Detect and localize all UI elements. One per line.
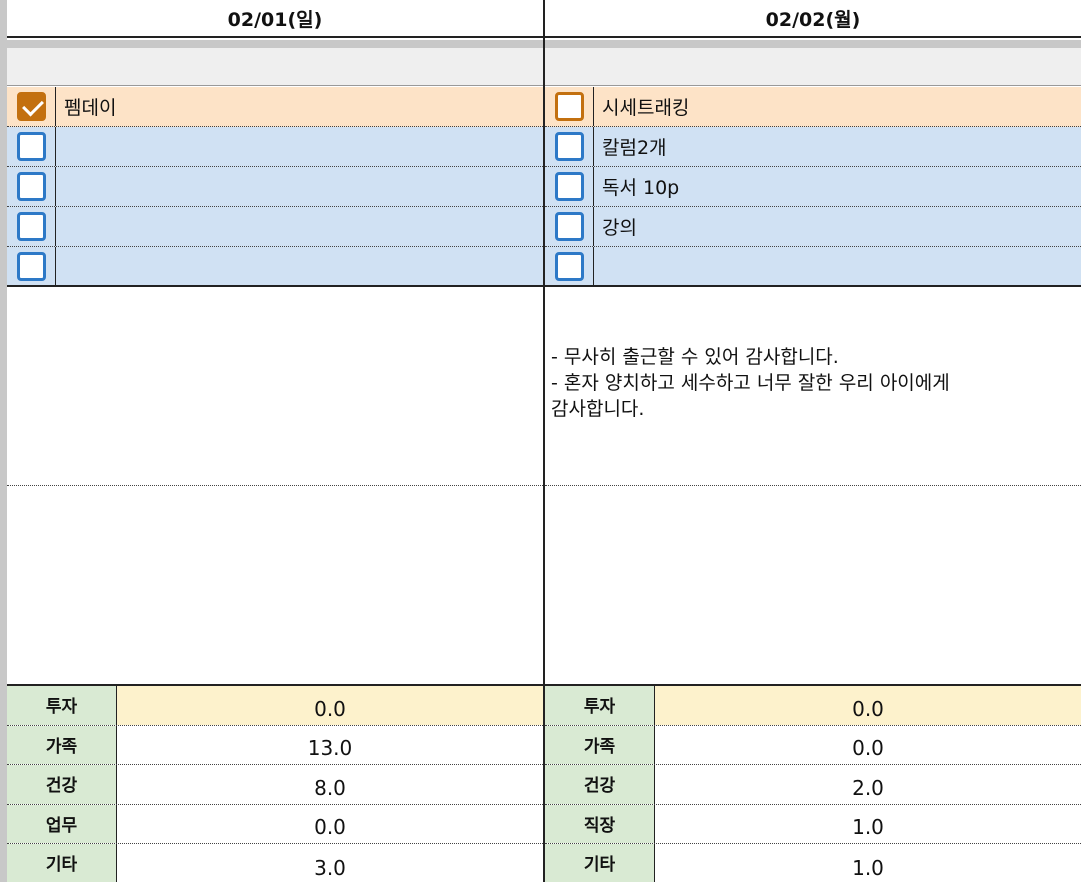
checkbox-cell: [7, 127, 56, 166]
checkbox-cell: [545, 127, 594, 166]
stat-label: 투자: [545, 686, 655, 725]
day-header: 02/02(월): [545, 0, 1081, 38]
stat-value[interactable]: 0.0: [655, 686, 1081, 725]
stat-row[interactable]: 건강 8.0: [7, 765, 543, 805]
task-label[interactable]: 펨데이: [56, 87, 116, 126]
stat-label: 가족: [7, 725, 117, 764]
checkbox-icon[interactable]: [554, 172, 584, 201]
stat-value[interactable]: 13.0: [117, 726, 543, 765]
stat-label: 업무: [7, 804, 117, 843]
checkbox-cell: [545, 207, 594, 246]
empty-row[interactable]: [545, 48, 1081, 86]
day-header: 02/01(일): [7, 0, 543, 38]
planner-sheet: 02/01(일) 펨데이 투자 0.0 가족 13.0 건강 8.0 업무 0.…: [7, 0, 1081, 882]
task-row[interactable]: [7, 127, 543, 167]
stat-value[interactable]: 1.0: [655, 844, 1081, 882]
separator-band: [7, 40, 543, 48]
task-row[interactable]: [7, 247, 543, 287]
checkbox-icon[interactable]: [554, 251, 584, 281]
checkbox-icon[interactable]: [554, 92, 584, 121]
stat-label: 가족: [545, 725, 655, 764]
checkbox-icon[interactable]: [16, 132, 46, 161]
task-row[interactable]: 칼럼2개: [545, 127, 1081, 167]
stat-label: 투자: [7, 686, 117, 725]
checkbox-icon[interactable]: [554, 212, 584, 241]
notes-top-cell: [7, 288, 543, 486]
gratitude-note: - 무사히 출근할 수 있어 감사합니다. - 혼자 양치하고 세수하고 너무 …: [551, 346, 950, 420]
stat-row[interactable]: 업무 0.0: [7, 804, 543, 844]
task-label[interactable]: 강의: [594, 207, 637, 246]
sheet-left-edge: [0, 0, 7, 882]
stat-value[interactable]: 8.0: [117, 765, 543, 804]
stat-value[interactable]: 0.0: [117, 686, 543, 725]
task-row[interactable]: [7, 207, 543, 247]
checkbox-cell: [7, 247, 56, 285]
empty-row[interactable]: [7, 48, 543, 86]
stats-table: 투자 0.0 가족 13.0 건강 8.0 업무 0.0 기타 3.0: [7, 684, 543, 882]
checkbox-cell: [7, 87, 56, 126]
notes-area[interactable]: - 무사히 출근할 수 있어 감사합니다. - 혼자 양치하고 세수하고 너무 …: [545, 288, 1081, 684]
stat-label: 직장: [545, 804, 655, 843]
task-row[interactable]: 펨데이: [7, 87, 543, 127]
task-label[interactable]: [56, 207, 64, 246]
task-label[interactable]: [56, 127, 64, 166]
stat-row[interactable]: 건강 2.0: [545, 765, 1081, 805]
stat-label: 기타: [545, 844, 655, 882]
stat-row[interactable]: 기타 3.0: [7, 844, 543, 882]
stat-value[interactable]: 0.0: [117, 805, 543, 844]
checkbox-checked-icon[interactable]: [16, 92, 46, 121]
task-label[interactable]: [56, 167, 64, 206]
checkbox-icon[interactable]: [554, 132, 584, 161]
stat-row[interactable]: 기타 1.0: [545, 844, 1081, 882]
task-row[interactable]: [545, 247, 1081, 287]
stat-value[interactable]: 0.0: [655, 726, 1081, 765]
checkbox-icon[interactable]: [16, 212, 46, 241]
task-label[interactable]: [594, 247, 602, 285]
checkbox-cell: [7, 167, 56, 206]
task-row[interactable]: [7, 167, 543, 207]
task-row[interactable]: 시세트래킹: [545, 87, 1081, 127]
separator-band: [545, 40, 1081, 48]
stat-value[interactable]: 2.0: [655, 765, 1081, 804]
task-label[interactable]: 독서 10p: [594, 167, 679, 206]
stat-row[interactable]: 가족 0.0: [545, 725, 1081, 765]
stat-label: 건강: [545, 765, 655, 804]
checkbox-icon[interactable]: [16, 251, 46, 281]
stats-table: 투자 0.0 가족 0.0 건강 2.0 직장 1.0 기타 1.0: [545, 684, 1081, 882]
task-row[interactable]: 독서 10p: [545, 167, 1081, 207]
stat-value[interactable]: 3.0: [117, 844, 543, 882]
stat-row[interactable]: 직장 1.0: [545, 804, 1081, 844]
notes-area[interactable]: [7, 288, 543, 684]
task-list: 시세트래킹 칼럼2개 독서 10p 강의: [545, 87, 1081, 287]
stat-row[interactable]: 투자 0.0: [7, 686, 543, 726]
day-column-1: 02/02(월) 시세트래킹 칼럼2개 독서 10p 강의 - 무사히 출근할 …: [545, 0, 1081, 882]
task-label[interactable]: 칼럼2개: [594, 127, 667, 166]
stat-value[interactable]: 1.0: [655, 805, 1081, 844]
stat-label: 건강: [7, 765, 117, 804]
task-label[interactable]: 시세트래킹: [594, 87, 689, 126]
stat-row[interactable]: 가족 13.0: [7, 725, 543, 765]
checkbox-cell: [7, 207, 56, 246]
checkbox-cell: [545, 247, 594, 285]
stat-row[interactable]: 투자 0.0: [545, 686, 1081, 726]
task-list: 펨데이: [7, 87, 543, 287]
stat-label: 기타: [7, 844, 117, 882]
checkbox-cell: [545, 87, 594, 126]
task-row[interactable]: 강의: [545, 207, 1081, 247]
day-column-0: 02/01(일) 펨데이 투자 0.0 가족 13.0 건강 8.0 업무 0.…: [7, 0, 543, 882]
notes-top-cell: - 무사히 출근할 수 있어 감사합니다. - 혼자 양치하고 세수하고 너무 …: [545, 288, 1081, 486]
checkbox-cell: [545, 167, 594, 206]
task-label[interactable]: [56, 247, 64, 285]
checkbox-icon[interactable]: [16, 172, 46, 201]
